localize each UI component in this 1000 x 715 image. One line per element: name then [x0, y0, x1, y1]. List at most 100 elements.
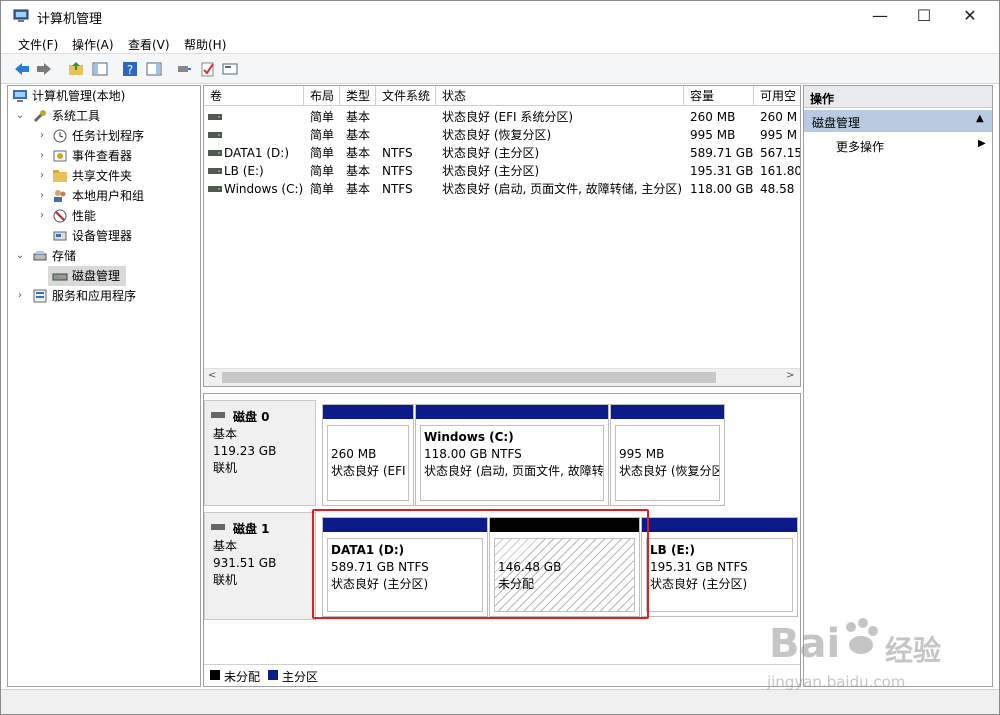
chevron-down-icon[interactable]: ⌄	[14, 106, 26, 126]
tree-device-manager[interactable]: 设备管理器	[12, 226, 198, 246]
tree-local-users[interactable]: › 本地用户和组	[12, 186, 198, 206]
col-header-capacity[interactable]: 容量	[684, 86, 754, 106]
disk-icon	[52, 273, 68, 281]
volume-cell-capacity: 195.31 GB	[690, 164, 754, 178]
actions-section-disk-management[interactable]: 磁盘管理 ▲	[804, 110, 992, 132]
volume-row[interactable]: 简单 基本 状态良好 (恢复分区) 995 MB 995 M	[204, 126, 800, 144]
volume-cell-free: 48.58	[760, 182, 795, 196]
volume-list: 卷 布局 类型 文件系统 状态 容量 可用空 简单 基本 状态良好 (EFI 系统分…	[203, 85, 801, 387]
volume-row[interactable]: Windows (C:) 简单 基本 NTFS 状态良好 (启动, 页面文件, 故障转储…	[204, 180, 800, 198]
disk-drive-icon	[211, 412, 225, 418]
tree-root[interactable]: 计算机管理(本地)	[12, 86, 198, 106]
partition-recovery[interactable]: 995 MB 状态良好 (恢复分区	[610, 404, 725, 506]
horizontal-scrollbar[interactable]: < >	[204, 368, 800, 386]
volume-cell-type: 基本	[346, 146, 371, 160]
tree-storage[interactable]: ⌄ 存储	[12, 246, 198, 266]
volume-drive-icon	[208, 132, 222, 138]
menu-help[interactable]: 帮助(H)	[184, 36, 226, 53]
volume-cell-free: 260 M	[760, 110, 798, 124]
volume-row[interactable]: 简单 基本 状态良好 (EFI 系统分区) 260 MB 260 M	[204, 108, 800, 126]
partition-data1-info: DATA1 (D:) 589.71 GB NTFS 状态良好 (主分区)	[327, 538, 483, 612]
chevron-right-icon[interactable]: ›	[36, 146, 48, 166]
primary-partition-bar	[323, 518, 487, 532]
properties-pane-icon[interactable]	[145, 60, 163, 78]
close-button[interactable]: ✕	[947, 1, 993, 31]
col-header-filesystem[interactable]: 文件系统	[376, 86, 436, 106]
volume-cell-capacity: 995 MB	[690, 128, 736, 142]
chevron-down-icon[interactable]: ⌄	[14, 246, 26, 266]
tree-disk-management-label: 磁盘管理	[72, 269, 121, 283]
disk-1-name: 磁盘 1	[233, 522, 270, 536]
col-header-type[interactable]: 类型	[340, 86, 376, 106]
volume-cell-volume	[224, 126, 304, 144]
disk-1-size: 931.51 GB	[213, 556, 277, 570]
more-actions[interactable]: 更多操作 ▶	[804, 136, 992, 156]
minimize-button[interactable]: —	[857, 1, 903, 31]
partition-size: 146.48 GB	[498, 560, 562, 574]
disk-1-label[interactable]: 磁盘 1 基本 931.51 GB 联机	[204, 512, 316, 620]
partition-title: LB (E:)	[650, 543, 695, 557]
col-header-free[interactable]: 可用空	[754, 86, 800, 106]
tree-disk-management[interactable]: 磁盘管理	[48, 266, 126, 286]
volume-cell-filesystem	[382, 126, 436, 144]
show-hide-tree-icon[interactable]	[91, 60, 109, 78]
chevron-right-icon[interactable]: ›	[14, 286, 26, 306]
partition-status: 状态良好 (主分区)	[331, 577, 429, 591]
volume-cell-status: 状态良好 (EFI 系统分区)	[442, 110, 574, 124]
volume-row[interactable]: DATA1 (D:) 简单 基本 NTFS 状态良好 (主分区) 589.71 GB 567…	[204, 144, 800, 162]
menu-view[interactable]: 查看(V)	[128, 36, 170, 53]
tree-system-tools[interactable]: ⌄ 系统工具	[12, 106, 198, 126]
chevron-right-icon[interactable]: ›	[36, 166, 48, 186]
partition-status: 状态良好 (主分区)	[650, 577, 748, 591]
partition-unallocated[interactable]: 146.48 GB 未分配	[489, 517, 640, 617]
menu-action[interactable]: 操作(A)	[72, 36, 114, 53]
col-header-layout[interactable]: 布局	[304, 86, 340, 106]
maximize-button[interactable]: ☐	[901, 1, 947, 31]
volume-cell-filesystem: NTFS	[382, 164, 413, 178]
volume-cell-status: 状态良好 (主分区)	[442, 164, 540, 178]
menu-file[interactable]: 文件(F)	[18, 36, 58, 53]
forward-arrow-icon[interactable]	[35, 60, 53, 78]
help-icon[interactable]: ?	[121, 60, 139, 78]
scrollbar-thumb[interactable]	[222, 372, 716, 383]
tree-task-scheduler[interactable]: › 任务计划程序	[12, 126, 198, 146]
device-manager-icon	[53, 231, 67, 241]
partition-lb[interactable]: LB (E:) 195.31 GB NTFS 状态良好 (主分区)	[641, 517, 798, 617]
back-arrow-icon[interactable]	[13, 60, 31, 78]
chevron-right-icon[interactable]: ›	[36, 126, 48, 146]
storage-icon	[33, 251, 47, 261]
volume-cell-layout: 简单	[310, 128, 335, 142]
col-header-volume[interactable]: 卷	[204, 86, 304, 106]
console-icon[interactable]	[221, 60, 239, 78]
chevron-right-icon[interactable]: ›	[36, 206, 48, 226]
partition-windows[interactable]: Windows (C:) 118.00 GB NTFS 状态良好 (启动, 页面…	[415, 404, 609, 506]
partition-status: 未分配	[498, 577, 535, 591]
collapse-icon[interactable]: ▲	[976, 113, 984, 124]
disk-0-label[interactable]: 磁盘 0 基本 119.23 GB 联机	[204, 400, 316, 506]
tree-shared-folders[interactable]: › 共享文件夹	[12, 166, 198, 186]
partition-data1[interactable]: DATA1 (D:) 589.71 GB NTFS 状态良好 (主分区)	[322, 517, 488, 617]
scroll-right-icon[interactable]: >	[786, 370, 794, 381]
unallocated-bar	[490, 518, 639, 532]
primary-partition-bar	[611, 405, 724, 419]
up-folder-icon[interactable]	[67, 60, 85, 78]
services-icon	[33, 289, 47, 303]
col-header-status[interactable]: 状态	[436, 86, 684, 106]
partition-efi[interactable]: 260 MB 状态良好 (EFI	[322, 404, 414, 506]
check-icon[interactable]	[199, 60, 217, 78]
connect-icon[interactable]	[175, 60, 193, 78]
volume-cell-volume: DATA1 (D:)	[224, 146, 290, 160]
clock-icon	[53, 129, 67, 143]
tree-performance[interactable]: › 性能	[12, 206, 198, 226]
partition-size: 995 MB	[619, 447, 665, 461]
scroll-left-icon[interactable]: <	[208, 370, 216, 381]
volume-cell-status: 状态良好 (主分区)	[442, 146, 540, 160]
partition-lb-info: LB (E:) 195.31 GB NTFS 状态良好 (主分区)	[646, 538, 793, 612]
volume-cell-filesystem: NTFS	[382, 182, 413, 196]
chevron-right-icon[interactable]: ›	[36, 186, 48, 206]
volume-cell-layout: 简单	[310, 164, 335, 178]
tree-event-viewer[interactable]: › 事件查看器	[12, 146, 198, 166]
tree-services-apps[interactable]: › 服务和应用程序	[12, 286, 198, 306]
computer-icon	[13, 90, 27, 102]
volume-row[interactable]: LB (E:) 简单 基本 NTFS 状态良好 (主分区) 195.31 GB 161.80	[204, 162, 800, 180]
